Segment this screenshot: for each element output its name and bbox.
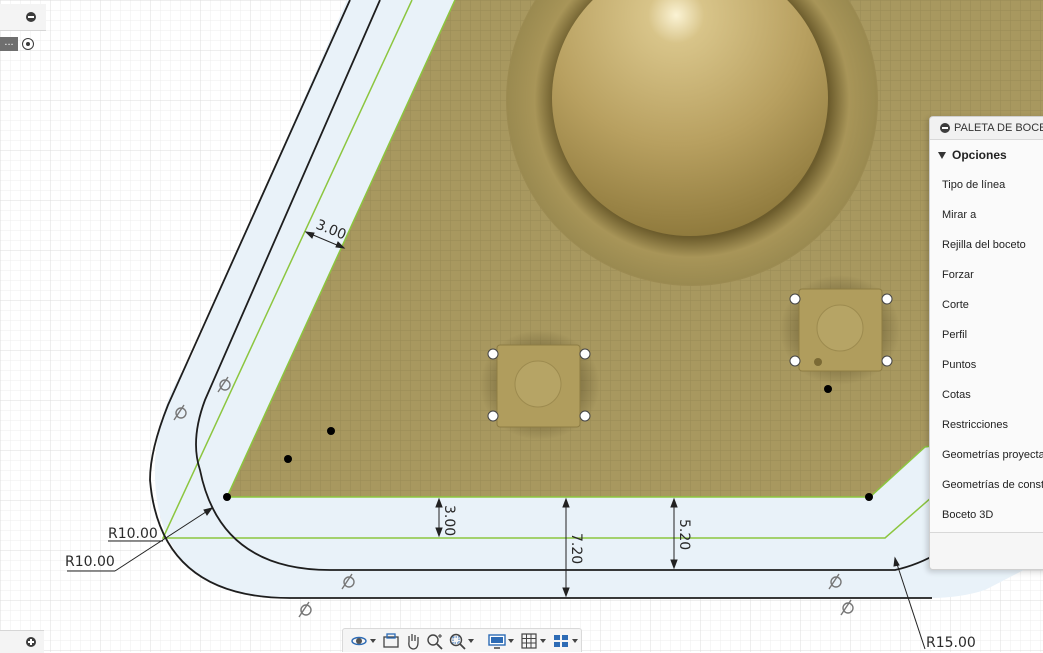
sketch-palette: PALETA DE BOCETO Opciones Tipo de línea …	[929, 116, 1043, 570]
dim-height-right: 5.20	[676, 519, 692, 550]
dim-radius-large: R15.00	[926, 635, 976, 651]
options-section-label: Opciones	[952, 148, 1007, 162]
option-slice[interactable]: Corte	[930, 290, 1043, 320]
fit-icon	[449, 633, 466, 650]
look-at-button[interactable]	[381, 631, 401, 651]
option-constraints[interactable]: Restricciones	[930, 410, 1043, 440]
display-settings-button[interactable]	[487, 631, 517, 651]
navigation-toolbar	[342, 628, 582, 652]
add-comment-icon[interactable]	[26, 637, 36, 647]
visibility-radio-icon[interactable]	[22, 38, 34, 50]
zoom-icon	[427, 633, 443, 650]
grid-settings-icon	[521, 632, 537, 649]
option-sketch-grid[interactable]: Rejilla del boceto	[930, 230, 1043, 260]
option-profile[interactable]: Perfil	[930, 320, 1043, 350]
pan-icon	[408, 633, 419, 650]
sketch-palette-title: PALETA DE BOCETO	[954, 122, 1043, 134]
sketch-palette-header[interactable]: PALETA DE BOCETO	[930, 117, 1043, 140]
browser-header-row	[0, 4, 46, 31]
fit-button[interactable]	[447, 631, 477, 651]
dim-height-center: 7.20	[568, 533, 584, 564]
option-projected-geometries[interactable]: Geometrías proyectadas	[930, 440, 1043, 470]
option-3d-sketch[interactable]: Boceto 3D	[930, 500, 1043, 530]
sketch-palette-footer	[930, 532, 1043, 569]
orbit-button[interactable]	[349, 631, 379, 651]
chevron-down-icon[interactable]	[468, 638, 474, 643]
display-settings-icon	[488, 633, 506, 649]
orbit-icon	[351, 636, 367, 645]
option-look-at[interactable]: Mirar a	[930, 200, 1043, 230]
option-construction-geometries[interactable]: Geometrías de construcción	[930, 470, 1043, 500]
grid-settings-button[interactable]	[519, 631, 549, 651]
chevron-down-icon[interactable]	[508, 638, 514, 643]
pan-button[interactable]	[403, 631, 423, 651]
dim-radius-inner: R10.00	[108, 526, 158, 542]
collapse-icon[interactable]	[940, 123, 950, 133]
dim-radius-outer: R10.00	[65, 554, 115, 570]
option-line-type[interactable]: Tipo de línea	[930, 170, 1043, 200]
options-section-header[interactable]: Opciones	[930, 140, 1043, 170]
viewports-button[interactable]	[551, 631, 581, 651]
collapse-icon[interactable]	[26, 12, 36, 22]
triangle-down-icon	[938, 151, 946, 159]
browser-ellipsis[interactable]: ...	[0, 37, 18, 51]
chevron-down-icon[interactable]	[540, 638, 546, 643]
zoom-button[interactable]	[425, 631, 445, 651]
option-snap[interactable]: Forzar	[930, 260, 1043, 290]
dim-bottom-wall: 3.00	[441, 505, 457, 536]
chevron-down-icon[interactable]	[370, 638, 376, 643]
chevron-down-icon[interactable]	[572, 638, 578, 643]
look-at-icon	[383, 632, 399, 648]
tactile-switch-left[interactable]	[480, 330, 600, 440]
design-canvas[interactable]: 3.00 R10.00 R10.00 3.00 7.20 5.20 R15.00	[0, 0, 1043, 652]
option-points[interactable]: Puntos	[930, 350, 1043, 380]
tactile-switch-right[interactable]	[780, 275, 900, 385]
viewports-icon	[554, 634, 568, 647]
option-dimensions[interactable]: Cotas	[930, 380, 1043, 410]
comments-bar	[0, 630, 44, 653]
